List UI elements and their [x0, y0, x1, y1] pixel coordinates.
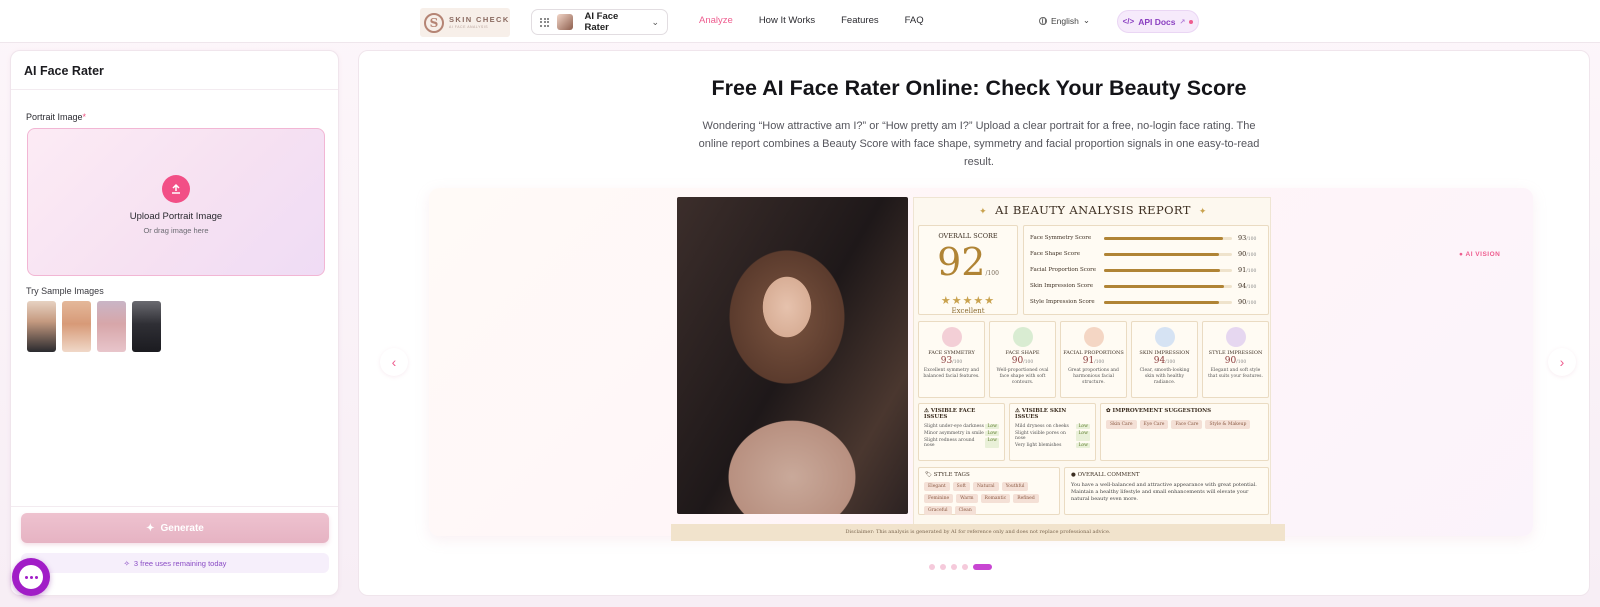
- score-row: Face Symmetry Score 93/100: [1030, 234, 1257, 242]
- style-impression-icon: [1225, 327, 1246, 347]
- face-issues-box: ⚠ VISIBLE FACE ISSUES Slight under-eye d…: [918, 403, 1005, 461]
- nav-link-how-it-works[interactable]: How It Works: [759, 15, 815, 26]
- api-docs-button[interactable]: </> API Docs ↗: [1117, 10, 1199, 33]
- nav-link-analyze[interactable]: Analyze: [699, 15, 733, 26]
- sample-image-1[interactable]: [27, 301, 56, 352]
- carousel-dot[interactable]: [973, 564, 992, 570]
- tool-selector-label: AI Face Rater: [584, 11, 619, 33]
- rating-stars-icon: ★★★★★: [940, 294, 996, 307]
- report-disclaimer: Disclaimer: This analysis is generated b…: [671, 524, 1285, 541]
- carousel-dot[interactable]: [962, 564, 968, 570]
- sample-images: [27, 301, 161, 352]
- portrait-image-label: Portrait Image*: [26, 112, 87, 122]
- metric-card: FACE SHAPE 90/100 Well-proportioned oval f…: [989, 321, 1056, 398]
- chat-widget-button[interactable]: [12, 558, 50, 596]
- apps-grid-icon: [540, 17, 549, 27]
- nav-link-features[interactable]: Features: [841, 15, 879, 26]
- free-uses-text: 3 free uses remaining today: [133, 558, 227, 568]
- overall-comment-box: ● OVERALL COMMENT You have a well-balanc…: [1064, 467, 1269, 515]
- example-report-image: ✦ AI BEAUTY ANALYSIS REPORT ✦ OVERALL SCOR…: [913, 197, 1271, 530]
- generate-label: Generate: [160, 522, 204, 534]
- chat-icon: [19, 565, 43, 589]
- main-nav-links: Analyze How It Works Features FAQ: [699, 15, 950, 26]
- magic-wand-icon: ✦: [146, 522, 155, 534]
- comment-icon: ● OVERALL COMMENT: [1071, 472, 1140, 478]
- overall-rating: Excellent: [951, 307, 985, 315]
- nav-link-faq[interactable]: FAQ: [905, 15, 924, 26]
- sample-image-2[interactable]: [62, 301, 91, 352]
- tag-icon: 🏷 STYLE TAGS: [925, 472, 970, 478]
- upload-subtitle: Or drag image here: [143, 226, 209, 235]
- score-row: Style Impression Score 90/100: [1030, 298, 1257, 306]
- upload-title: Upload Portrait Image: [129, 211, 223, 222]
- carousel-dot[interactable]: [940, 564, 946, 570]
- lightbulb-icon: ✿ IMPROVEMENT SUGGESTIONS: [1106, 408, 1212, 414]
- portrait-upload-dropzone[interactable]: Upload Portrait Image Or drag image here: [27, 128, 325, 276]
- metric-card: FACIAL PROPORTIONS 91/100 Great proportion…: [1060, 321, 1127, 398]
- sample-images-label: Try Sample Images: [26, 286, 104, 296]
- carousel-dot[interactable]: [951, 564, 957, 570]
- metric-card: STYLE IMPRESSION 90/100 Elegant and soft s…: [1202, 321, 1269, 398]
- warning-icon: ⚠ VISIBLE SKIN ISSUES: [1015, 408, 1067, 420]
- tool-input-panel: AI Face Rater Portrait Image* Upload Por…: [10, 50, 339, 596]
- page-title: Free AI Face Rater Online: Check Your Be…: [711, 76, 1247, 100]
- notification-dot: [1189, 19, 1194, 24]
- logo-text: SKIN CHECK: [449, 15, 510, 24]
- ai-vision-badge: ● AI VISION: [1459, 251, 1501, 258]
- warning-icon: ⚠ VISIBLE FACE ISSUES: [924, 408, 976, 420]
- required-mark: *: [82, 112, 87, 122]
- overall-score-box: OVERALL SCORE 92/100 ★★★★★ Excellent: [918, 225, 1018, 315]
- score-row: Face Shape Score 90/100: [1030, 250, 1257, 258]
- globe-icon: [1039, 16, 1047, 25]
- sparkle-icon: ✧: [123, 558, 130, 568]
- free-uses-notice: ✧ 3 free uses remaining today: [21, 553, 329, 573]
- improvement-suggestions-box: ✿ IMPROVEMENT SUGGESTIONS Skin Care Eye …: [1100, 403, 1269, 461]
- carousel-pagination: [929, 564, 992, 570]
- external-link-icon: ↗: [1179, 18, 1186, 26]
- chevron-down-icon: ⌄: [651, 16, 659, 27]
- tool-selector-dropdown[interactable]: AI Face Rater ⌄: [531, 9, 668, 35]
- sample-image-3[interactable]: [97, 301, 126, 352]
- carousel-dot[interactable]: [929, 564, 935, 570]
- main-content: Free AI Face Rater Online: Check Your Be…: [358, 50, 1590, 596]
- metric-card: FACE SYMMETRY 93/100 Excellent symmetry an…: [918, 321, 985, 398]
- tool-thumbnail: [557, 14, 573, 30]
- skin-issues-box: ⚠ VISIBLE SKIN ISSUES Mild dryness on ch…: [1009, 403, 1096, 461]
- carousel-next-button[interactable]: ›: [1548, 348, 1576, 376]
- sample-image-4[interactable]: [132, 301, 161, 352]
- face-symmetry-icon: [941, 327, 962, 347]
- facial-proportions-icon: [1083, 327, 1104, 347]
- language-selector[interactable]: English ⌄: [1039, 15, 1090, 26]
- metric-card: SKIN IMPRESSION 94/100 Clear, smooth-looki…: [1131, 321, 1198, 398]
- api-docs-label: API Docs: [1138, 16, 1176, 27]
- overall-score: 92/100: [937, 240, 999, 284]
- chevron-right-icon: ›: [1559, 354, 1565, 370]
- face-shape-icon: [1012, 327, 1033, 347]
- generate-button[interactable]: ✦ Generate: [21, 513, 329, 543]
- carousel-prev-button[interactable]: ‹: [380, 348, 408, 376]
- code-icon: </>: [1122, 17, 1135, 26]
- example-portrait-image: [677, 197, 908, 514]
- score-bars: Face Symmetry Score 93/100 Face Shape Sco…: [1023, 225, 1269, 315]
- page-description: Wondering “How attractive am I?” or “How…: [698, 120, 1260, 168]
- site-logo[interactable]: S SKIN CHECK AI FACE ANALYSIS: [420, 8, 510, 37]
- style-tags-box: 🏷 STYLE TAGS Elegant Soft Natural Youthf…: [918, 467, 1060, 515]
- score-row: Skin Impression Score 94/100: [1030, 282, 1257, 290]
- chevron-down-icon: ⌄: [1082, 15, 1091, 25]
- logo-mark-icon: S: [424, 12, 444, 33]
- panel-divider: [11, 506, 338, 507]
- skin-impression-icon: [1154, 327, 1175, 347]
- panel-title: AI Face Rater: [11, 51, 338, 90]
- logo-tagline: AI FACE ANALYSIS: [449, 24, 489, 29]
- score-row: Facial Proportion Score 91/100: [1030, 266, 1257, 274]
- top-navbar: S SKIN CHECK AI FACE ANALYSIS AI Face Ra…: [0, 0, 1600, 43]
- chevron-left-icon: ‹: [391, 354, 397, 370]
- report-title: ✦ AI BEAUTY ANALYSIS REPORT ✦: [979, 203, 1207, 217]
- language-label: English: [1051, 15, 1079, 26]
- upload-icon: [162, 175, 190, 203]
